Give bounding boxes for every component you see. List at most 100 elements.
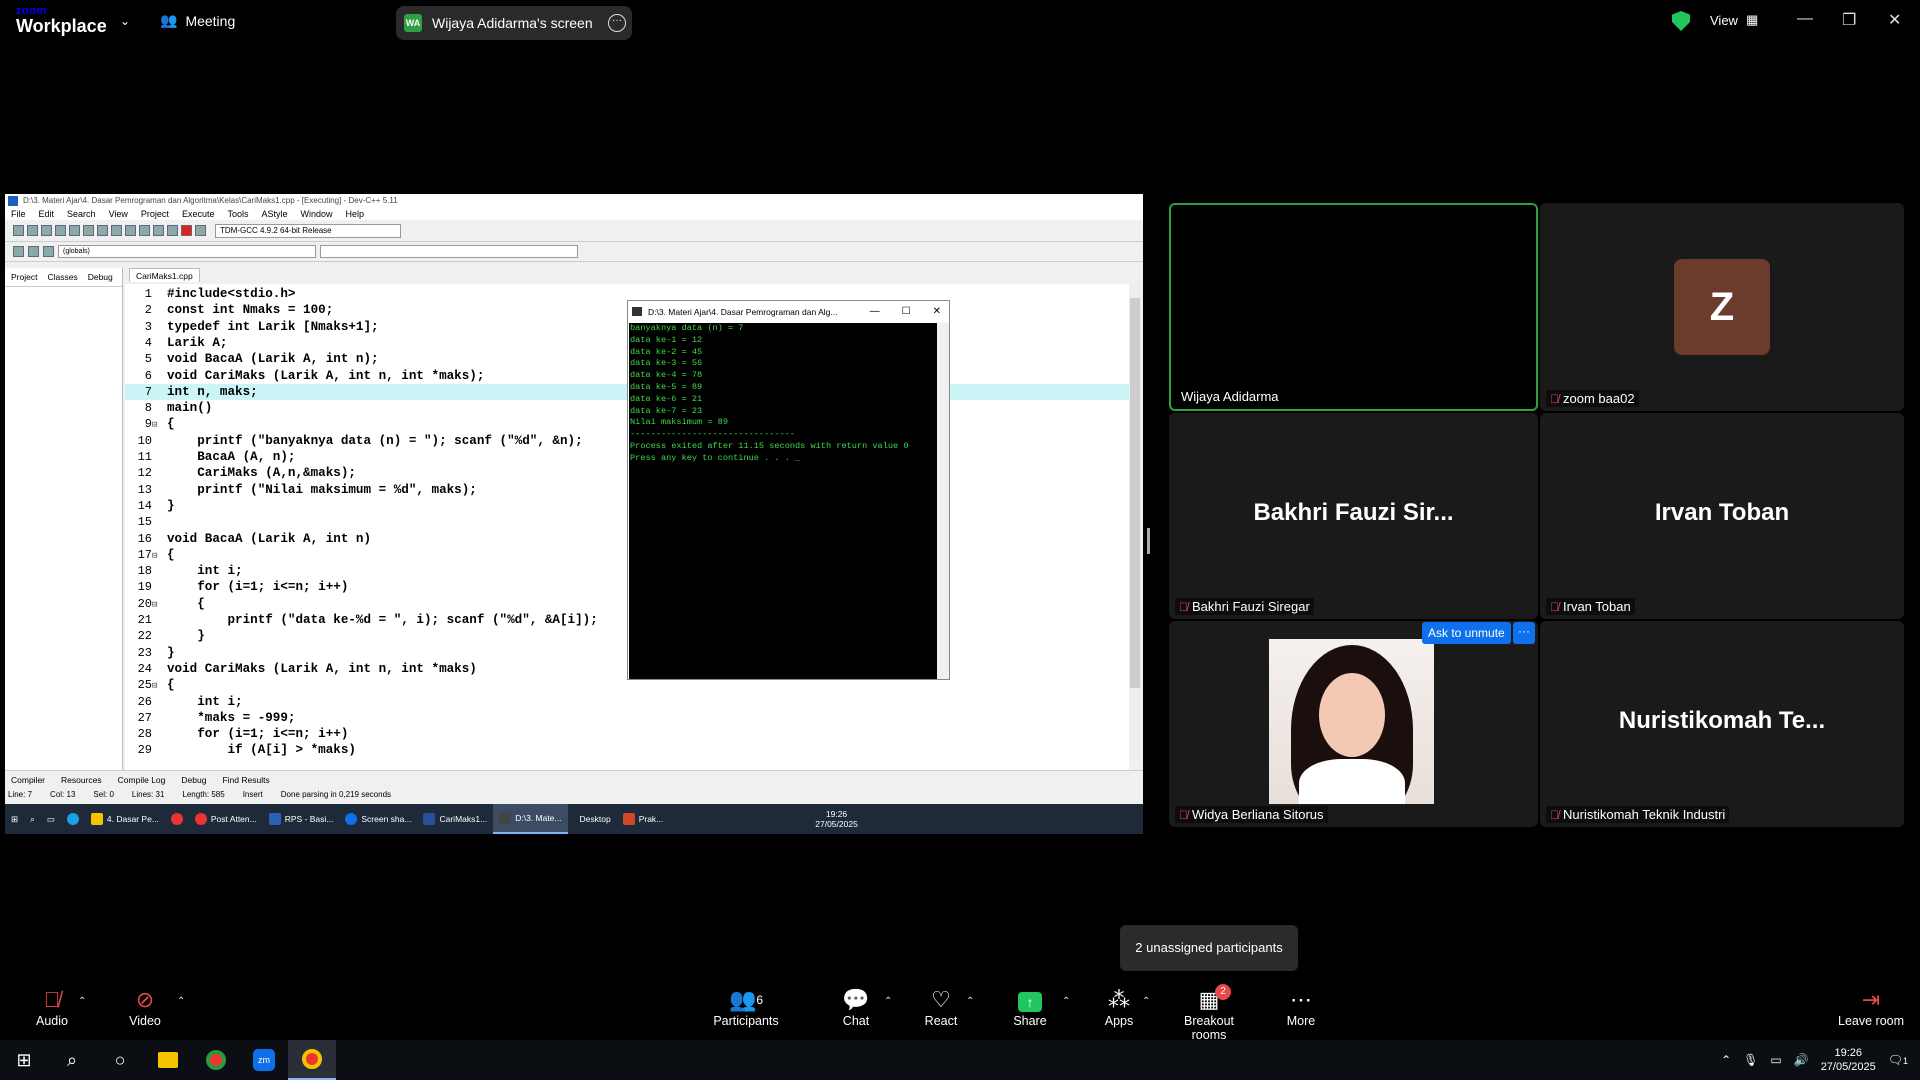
tile-wijaya[interactable]: Wijaya Adidarma	[1169, 203, 1538, 411]
find-icon[interactable]	[125, 225, 136, 236]
video-caret-icon[interactable]: ⌃	[177, 996, 185, 1007]
file-tab[interactable]: CariMaks1.cpp	[129, 268, 200, 282]
code-line[interactable]: 27 *maks = -999;	[125, 710, 1129, 726]
shared-desktop-label[interactable]: Desktop	[574, 804, 617, 834]
console-maximize-icon[interactable]: ☐	[902, 301, 911, 323]
apps-button[interactable]: ⁂ Apps	[1104, 986, 1134, 1028]
close-icon[interactable]: ✕	[1888, 10, 1901, 30]
shared-task-item[interactable]: Screen sha...	[339, 804, 417, 834]
share-options-icon[interactable]: ···	[608, 14, 626, 32]
menu-execute[interactable]: Execute	[182, 208, 215, 220]
console-window[interactable]: D:\3. Materi Ajar\4. Dasar Pemrograman d…	[627, 300, 950, 680]
video-button[interactable]: ⊘ Video	[124, 986, 166, 1028]
tab-find-results[interactable]: Find Results	[222, 771, 269, 788]
code-line[interactable]: 28 for (i=1; i<=n; i++)	[125, 726, 1129, 742]
run-icon[interactable]	[167, 225, 178, 236]
tab-resources[interactable]: Resources	[61, 771, 102, 788]
function-select[interactable]	[320, 245, 578, 258]
shared-task-item[interactable]: Prak...	[617, 804, 670, 834]
share-caret-icon[interactable]: ⌃	[1062, 996, 1070, 1007]
shared-taskview-icon[interactable]: ▭	[41, 804, 61, 834]
fold-marker[interactable]: ⊟	[152, 548, 163, 564]
back-icon[interactable]	[13, 246, 24, 257]
file-explorer-icon[interactable]	[144, 1040, 192, 1080]
replace-icon[interactable]	[139, 225, 150, 236]
breakout-rooms-button[interactable]: ▦ 2 Breakout rooms	[1165, 984, 1253, 1042]
shared-task-item[interactable]: Post Atten...	[189, 804, 263, 834]
chat-button[interactable]: 💬 Chat	[840, 986, 872, 1028]
network-icon[interactable]: ▭	[1770, 1053, 1781, 1067]
ask-to-unmute-button[interactable]: Ask to unmute	[1422, 622, 1511, 644]
clock[interactable]: 19:26 27/05/2025	[1821, 1046, 1876, 1074]
audio-button[interactable]: 🎙̸ Audio	[32, 986, 72, 1028]
menu-tools[interactable]: Tools	[227, 208, 248, 220]
stop-icon[interactable]	[181, 225, 192, 236]
restore-icon[interactable]: ❐	[1842, 10, 1856, 30]
tab-compiler[interactable]: Compiler	[11, 771, 45, 788]
console-close-icon[interactable]: ✕	[933, 301, 941, 323]
tile-bakhri[interactable]: Bakhri Fauzi Sir... 🎙̸ Bakhri Fauzi Sireg…	[1169, 413, 1538, 619]
meeting-menu[interactable]: 👥 Meeting	[160, 12, 235, 29]
participants-button[interactable]: 👥6 Participants	[712, 986, 780, 1028]
console-scrollbar[interactable]	[937, 323, 949, 679]
apps-caret-icon[interactable]: ⌃	[1142, 996, 1150, 1007]
security-shield-icon[interactable]	[1672, 11, 1690, 31]
tile-zoom-baa02[interactable]: Z 🎙̸ zoom baa02	[1540, 203, 1904, 411]
menu-search[interactable]: Search	[67, 208, 96, 220]
scrollbar-thumb[interactable]	[1130, 298, 1140, 688]
shared-chrome-icon[interactable]	[165, 804, 189, 834]
tile-nuristikomah[interactable]: Nuristikomah Te... 🎙̸ Nuristikomah Teknik…	[1540, 621, 1904, 827]
shared-task-item[interactable]: RPS - Basi...	[263, 804, 340, 834]
menu-window[interactable]: Window	[301, 208, 333, 220]
console-minimize-icon[interactable]: —	[870, 301, 880, 323]
minimize-icon[interactable]: —	[1797, 10, 1813, 28]
search-icon[interactable]: ⌕	[48, 1040, 96, 1080]
audio-caret-icon[interactable]: ⌃	[78, 996, 86, 1007]
resize-handle[interactable]	[1147, 528, 1150, 554]
tile-widya[interactable]: 🎙̸ Widya Berliana Sitorus	[1169, 621, 1538, 827]
chrome-icon[interactable]	[192, 1040, 240, 1080]
microphone-icon[interactable]: 🎙	[1743, 1053, 1758, 1067]
menu-help[interactable]: Help	[346, 208, 365, 220]
redo-icon[interactable]	[111, 225, 122, 236]
react-button[interactable]: ♡ React	[924, 986, 958, 1028]
windows-start-icon[interactable]: ⊞	[0, 1040, 48, 1080]
chart-icon[interactable]	[195, 225, 206, 236]
code-line[interactable]: 29 if (A[i] > *maks)	[125, 742, 1129, 758]
open-file-icon[interactable]	[27, 225, 38, 236]
chevron-down-icon[interactable]: ⌄	[120, 14, 130, 28]
save-icon[interactable]	[41, 225, 52, 236]
save-all-icon[interactable]	[55, 225, 66, 236]
tab-debug-bottom[interactable]: Debug	[181, 771, 206, 788]
menu-project[interactable]: Project	[141, 208, 169, 220]
code-line[interactable]: 26 int i;	[125, 694, 1129, 710]
tab-classes[interactable]: Classes	[47, 272, 77, 282]
notification-icon[interactable]: 🗨1	[1888, 1053, 1908, 1067]
scope-select[interactable]: (globals)	[58, 245, 316, 258]
close-file-icon[interactable]	[69, 225, 80, 236]
tab-compile-log[interactable]: Compile Log	[118, 771, 166, 788]
share-button[interactable]: ↑ Share	[1012, 986, 1048, 1028]
share-indicator[interactable]: WA Wijaya Adidarma's screen ···	[396, 6, 632, 40]
fold-marker[interactable]: ⊟	[152, 417, 163, 433]
more-button[interactable]: ⋯ More	[1285, 986, 1317, 1028]
tile-irvan[interactable]: Irvan Toban 🎙̸ Irvan Toban	[1540, 413, 1904, 619]
tab-debug[interactable]: Debug	[88, 272, 113, 282]
leave-room-button[interactable]: ⇥ Leave room	[1838, 986, 1904, 1028]
menu-file[interactable]: File	[11, 208, 26, 220]
chat-caret-icon[interactable]: ⌃	[884, 996, 892, 1007]
tray-chevron-icon[interactable]: ⌃	[1721, 1053, 1731, 1067]
menu-view[interactable]: View	[109, 208, 128, 220]
compiler-select[interactable]: TDM-GCC 4.9.2 64-bit Release	[215, 223, 401, 238]
shared-task-item-active[interactable]: D:\3. Mate...	[493, 804, 568, 834]
zoom-icon[interactable]: zm	[240, 1040, 288, 1080]
chrome-active-icon[interactable]	[288, 1040, 336, 1080]
shared-edge-icon[interactable]	[61, 804, 85, 834]
shared-task-item[interactable]: 4. Dasar Pe...	[85, 804, 165, 834]
shared-search-icon[interactable]: ⌕	[24, 804, 41, 834]
forward-icon[interactable]	[28, 246, 39, 257]
participant-more-button[interactable]: ···	[1513, 622, 1535, 644]
print-icon[interactable]	[83, 225, 94, 236]
tab-project[interactable]: Project	[11, 272, 37, 282]
new-file-icon[interactable]	[13, 225, 24, 236]
